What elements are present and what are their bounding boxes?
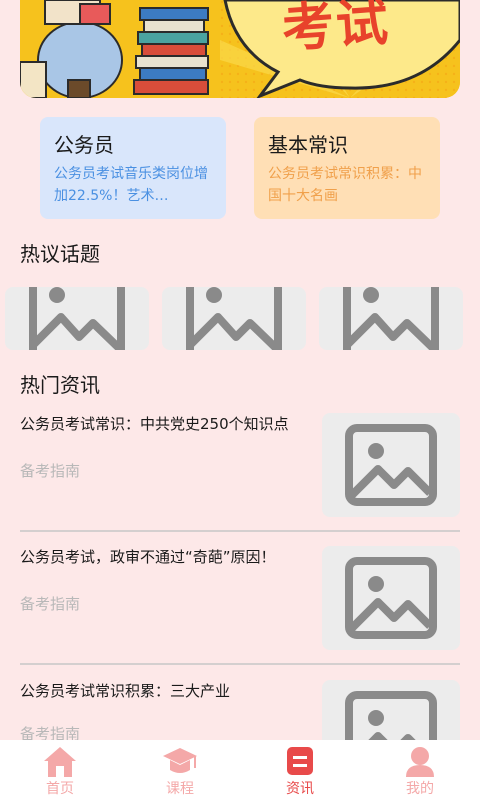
news-source: 备考指南 <box>20 725 81 740</box>
tab-profile[interactable]: 我的 <box>360 740 480 800</box>
banner-text: 考试 <box>279 0 392 60</box>
news-list-item[interactable]: 公务员考试常识积累：三大产业 备考指南 <box>20 680 460 740</box>
user-icon <box>406 747 434 777</box>
news-title: 公务员考试常识积累：三大产业 <box>20 682 231 700</box>
news-source: 备考指南 <box>20 462 81 480</box>
card-title: 公务员 <box>54 133 114 157</box>
bottom-tab-bar: 首页 课程 资讯 我的 <box>0 740 480 800</box>
tab-label: 课程 <box>166 781 194 797</box>
image-placeholder-icon <box>345 424 437 506</box>
image-placeholder-icon <box>345 691 437 740</box>
tab-label: 我的 <box>406 781 434 797</box>
news-icon <box>287 747 313 775</box>
topic-thumbnail[interactable] <box>5 287 149 350</box>
news-source: 备考指南 <box>20 595 81 613</box>
topic-thumbnail[interactable] <box>162 287 306 350</box>
section-title-hot-news: 热门资讯 <box>20 373 100 397</box>
news-list-item[interactable]: 公务员考试，政审不通过“奇葩”原因！ 备考指南 <box>20 546 460 650</box>
image-placeholder-icon <box>186 287 282 350</box>
tab-label: 首页 <box>46 781 74 797</box>
home-icon <box>44 747 76 777</box>
news-thumbnail <box>322 546 460 650</box>
tab-label: 资讯 <box>286 781 314 797</box>
news-title: 公务员考试常识：中共党史250个知识点 <box>20 415 289 433</box>
tab-home[interactable]: 首页 <box>0 740 120 800</box>
category-card-civil-servant[interactable]: 公务员 公务员考试音乐类岗位增加22.5%！艺术… <box>40 117 226 219</box>
card-description: 公务员考试常识积累：中国十大名画 <box>268 166 422 204</box>
news-thumbnail <box>322 413 460 517</box>
category-card-general-knowledge[interactable]: 基本常识 公务员考试常识积累：中国十大名画 <box>254 117 440 219</box>
image-placeholder-icon <box>343 287 439 350</box>
news-thumbnail <box>322 680 460 740</box>
tab-courses[interactable]: 课程 <box>120 740 240 800</box>
card-description: 公务员考试音乐类岗位增加22.5%！艺术… <box>54 166 208 204</box>
news-title: 公务员考试，政审不通过“奇葩”原因！ <box>20 548 276 566</box>
card-title: 基本常识 <box>268 133 348 157</box>
image-placeholder-icon <box>345 557 437 639</box>
topic-thumbnail[interactable] <box>319 287 463 350</box>
graduation-cap-icon <box>163 748 197 773</box>
banner-illustration <box>20 0 460 98</box>
divider <box>20 530 460 532</box>
image-placeholder-icon <box>29 287 125 350</box>
tab-news[interactable]: 资讯 <box>240 740 360 800</box>
top-banner[interactable]: 考试 <box>20 0 460 98</box>
section-title-hot-topics: 热议话题 <box>20 242 100 266</box>
news-list-item[interactable]: 公务员考试常识：中共党史250个知识点 备考指南 <box>20 413 460 517</box>
divider <box>20 663 460 665</box>
